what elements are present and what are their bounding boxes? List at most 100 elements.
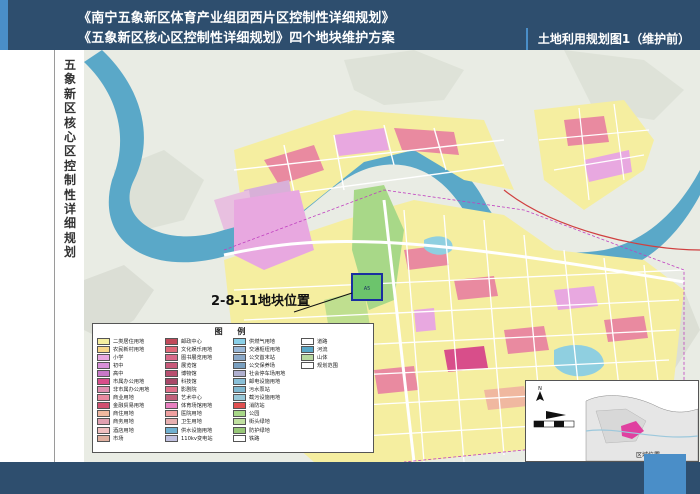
legend-swatch [233,361,246,369]
legend-swatch [233,378,246,386]
legend-swatch [233,386,246,394]
legend-item [301,369,369,377]
legend-item: 市场 [97,434,165,442]
legend-label: 邮政中心 [181,338,202,345]
legend-item [301,434,369,442]
legend-label: 邮电设施用地 [249,379,281,386]
legend-label: 110kv变电站 [181,435,213,442]
legend-swatch [165,418,178,426]
legend-swatch [165,426,178,434]
legend-item [301,426,369,434]
legend-item: 农民新村用地 [97,345,165,353]
legend-item: 道路 [301,337,369,345]
legend-item [301,402,369,410]
plot-callout-label: 2-8-11地块位置 [211,294,310,309]
legend-item: 规划范围 [301,361,369,369]
legend-swatch [301,361,314,369]
legend-label: 金融贸易用地 [113,403,145,410]
legend-label: 市属办公用地 [113,379,145,386]
legend-swatch [301,353,314,361]
legend-swatch [97,378,110,386]
legend-item [301,377,369,385]
legend-item: 商务用地 [97,418,165,426]
legend-label: 供燃气用地 [249,338,275,345]
legend-label: 商住用地 [113,411,134,418]
legend-swatch [97,418,110,426]
legend-swatch [233,369,246,377]
legend-item: 交通枢纽用地 [233,345,301,353]
legend-swatch [165,394,178,402]
legend-label: 防护绿地 [249,427,270,434]
legend-label: 医院用地 [181,411,202,418]
legend-label: 街头绿地 [249,419,270,426]
legend-swatch [233,434,246,442]
legend-item: 二类居住用地 [97,337,165,345]
legend-item: 影剧院 [165,386,233,394]
legend-item: 邮政中心 [165,337,233,345]
legend-label: 道路 [317,338,328,345]
legend-swatch [97,386,110,394]
legend-swatch [165,353,178,361]
legend-item: 公交首末站 [233,353,301,361]
legend-swatch [165,410,178,418]
legend-item: 街头绿地 [233,418,301,426]
legend-label: 商业用地 [113,395,134,402]
legend-item: 消防站 [233,402,301,410]
legend-label: 供水设施用地 [181,427,213,434]
legend-swatch [97,361,110,369]
legend-label: 卫生用地 [181,419,202,426]
legend-item: 邮电设施用地 [233,377,301,386]
legend-label: 河流 [317,346,328,353]
legend-swatch [233,353,246,361]
legend-swatch [233,394,246,402]
legend-item: 金融贸易用地 [97,402,165,410]
legend-item: 供燃气用地 [233,337,301,345]
legend-item: 展览馆 [165,361,233,369]
legend-label: 规划范围 [317,362,338,369]
legend-item: 医院用地 [165,410,233,418]
legend-item: 非市属办公用地 [97,386,165,394]
legend-label: 截污设施用地 [249,395,281,402]
legend-item: 污水泵站 [233,386,301,394]
legend-item: 体育场馆用地 [165,402,233,410]
legend-swatch [233,410,246,418]
legend-label: 艺术中心 [181,395,202,402]
legend-label: 农民新村用地 [113,346,145,353]
header-accent [0,0,8,50]
legend-item [301,386,369,394]
legend-item: 科技馆 [165,377,233,386]
legend-label: 公交首末站 [249,354,275,361]
legend-label: 影剧院 [181,387,197,394]
side-title: 五象新区核心区控制性详细规划 [64,58,77,260]
legend-label: 交通枢纽用地 [249,346,281,353]
legend-item: 铁路 [233,434,301,442]
legend-swatch [233,337,246,345]
legend-swatch [233,345,246,353]
inset-location-map: N 区域位置 [525,380,699,462]
legend-swatch [97,434,110,442]
legend-item: 图书展览用地 [165,353,233,361]
legend-label: 小学 [113,354,124,361]
legend-label: 高中 [113,370,124,377]
legend-swatch [165,361,178,369]
legend-swatch [165,345,178,353]
legend-swatch [97,345,110,353]
legend-swatch [233,426,246,434]
legend-item: 酒店用地 [97,426,165,434]
legend-item: 市属办公用地 [97,377,165,386]
legend-swatch [233,418,246,426]
sheet-label: 土地利用规划图1（维护前） [526,28,700,50]
legend-label: 消防站 [249,403,265,410]
legend-label: 体育场馆用地 [181,403,213,410]
legend-swatch [301,345,314,353]
legend-item [301,394,369,402]
legend-item: 供水设施用地 [165,426,233,434]
legend-item: 卫生用地 [165,418,233,426]
legend-swatch [165,337,178,345]
legend-swatch [165,386,178,394]
map-legend: 图 例 二类居住用地 邮政中心 供燃气用地 道路 农民新村用地 文化娱乐用地 交通枢纽用地 河… [92,323,374,453]
legend-item: 博物馆 [165,369,233,377]
side-title-panel: 五象新区核心区控制性详细规划 [54,50,86,462]
legend-item: 防护绿地 [233,426,301,434]
legend-swatch [97,337,110,345]
